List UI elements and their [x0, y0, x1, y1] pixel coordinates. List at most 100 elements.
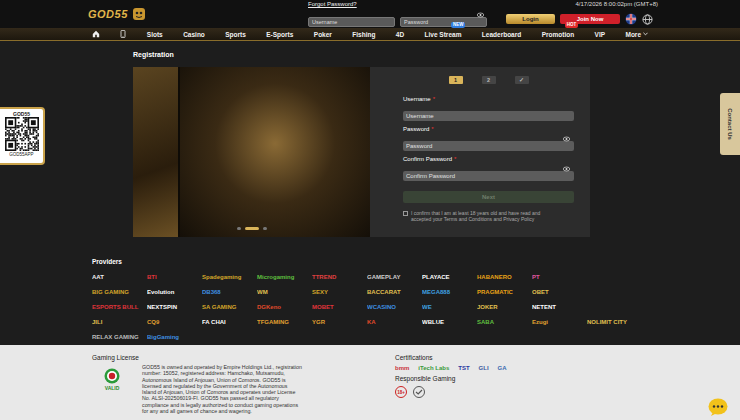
provider-logo[interactable]: Ezugi — [532, 319, 587, 325]
agree-checkbox[interactable] — [403, 211, 408, 216]
flag-icon — [625, 13, 637, 25]
provider-logo[interactable]: BIG GAMING — [92, 289, 147, 295]
field-label: Password* — [403, 126, 574, 133]
agree-text: I confirm that I am at least 18 years ol… — [411, 210, 561, 222]
contact-tab[interactable]: Contact Us — [720, 93, 740, 155]
provider-logo[interactable]: PT — [532, 274, 587, 280]
providers-title: Providers — [92, 258, 740, 266]
registration-form: 12✓Username*Password*Confirm Password*Ne… — [370, 67, 590, 237]
provider-logo[interactable]: NOLIMIT CITY — [587, 319, 642, 325]
chat-icon[interactable] — [708, 398, 728, 416]
provider-logo[interactable]: YGR — [312, 319, 367, 325]
provider-logo[interactable]: WE — [422, 304, 477, 310]
certification-logo[interactable]: GLI — [479, 365, 489, 371]
provider-logo[interactable]: MEGA888 — [422, 289, 477, 295]
provider-logo[interactable]: SEXY — [312, 289, 367, 295]
nav-item[interactable]: 4D — [396, 31, 404, 38]
provider-logo[interactable]: HABANERO — [477, 274, 532, 280]
eye-icon — [563, 166, 570, 172]
step-indicator: 1 — [449, 76, 463, 84]
main-nav: Slots Casino Sports E-Sports Poker Fishing 4D L… — [0, 28, 740, 41]
qr-code-icon — [5, 117, 39, 151]
forgot-password-link[interactable]: Forgot Password? — [308, 1, 357, 7]
nav-item[interactable]: VIP — [595, 31, 605, 38]
provider-logo[interactable]: FA CHAI — [202, 319, 257, 325]
license-seal-icon — [104, 368, 120, 384]
login-button[interactable]: Login — [506, 14, 555, 24]
gamcare-icon — [413, 386, 425, 398]
provider-logo[interactable]: PRAGMATIC — [477, 289, 532, 295]
promo-banner[interactable] — [133, 67, 370, 237]
provider-logo[interactable]: MOBET — [312, 304, 367, 310]
provider-logo[interactable]: BTI — [147, 274, 202, 280]
provider-logo[interactable]: TFGAMING — [257, 319, 312, 325]
carousel-dot[interactable] — [237, 227, 241, 230]
password-input[interactable] — [400, 17, 487, 27]
step-indicator: 2 — [482, 76, 496, 84]
provider-logo[interactable]: NEXTSPIN — [147, 304, 202, 310]
nav-item[interactable]: Sports — [225, 31, 246, 38]
provider-logo[interactable]: SA GAMING — [202, 304, 257, 310]
provider-logo[interactable]: PLAYACE — [422, 274, 477, 280]
footer: Gaming LicenseVALIDGOD55 is owned and op… — [0, 345, 740, 420]
eye-icon — [563, 136, 570, 142]
provider-logo[interactable]: NETENT — [532, 304, 587, 310]
provider-logo[interactable]: Spadegaming — [202, 274, 257, 280]
providers-section: Providers AATBTISpadegamingMicrogamingTTR… — [0, 248, 740, 345]
nav-item[interactable]: Poker — [314, 31, 332, 38]
provider-logo[interactable]: DGKeno — [257, 304, 312, 310]
provider-logo[interactable]: ESPORTS BULL — [92, 304, 147, 310]
username-input[interactable] — [308, 17, 395, 27]
provider-logo[interactable]: WCASINO — [367, 304, 422, 310]
nav-item[interactable]: Casino — [183, 31, 205, 38]
provider-logo[interactable]: Evolution — [147, 289, 202, 295]
app-qr-panel[interactable]: GOD55GOD55APP — [0, 107, 45, 165]
top-bar: GOD55Forgot Password? 4/17/2026 8:00:02pm… — [0, 0, 740, 28]
nav-item[interactable]: E-Sports — [266, 31, 293, 38]
field-label: Username* — [403, 96, 574, 103]
provider-logo[interactable]: WBLUE — [422, 319, 477, 325]
provider-logo[interactable]: JILI — [92, 319, 147, 325]
chevron-down-icon — [643, 32, 648, 36]
provider-logo[interactable]: SABA — [477, 319, 532, 325]
provider-logo[interactable]: TTREND — [312, 274, 367, 280]
carousel-dot[interactable] — [245, 227, 259, 230]
certification-logo[interactable]: bmm — [395, 365, 409, 371]
provider-logo[interactable]: JOKER — [477, 304, 532, 310]
nav-item[interactable]: PromotionHOT — [542, 31, 575, 38]
mascot-icon — [132, 7, 146, 21]
logo[interactable]: GOD55 — [88, 7, 308, 21]
provider-logo[interactable]: WM — [257, 289, 312, 295]
nav-item[interactable]: Slots — [147, 31, 163, 38]
certification-logo[interactable]: TST — [458, 365, 469, 371]
certification-logo[interactable]: GA — [498, 365, 507, 371]
certification-logo[interactable]: iTech Labs — [418, 365, 449, 371]
carousel-dot[interactable] — [263, 227, 267, 230]
provider-logo[interactable]: BACCARAT — [367, 289, 422, 295]
nav-item[interactable]: More — [625, 31, 648, 38]
nav-item[interactable]: Live StreamNEW — [425, 31, 462, 38]
step-indicator: ✓ — [515, 76, 529, 84]
license-badge[interactable]: VALID — [92, 364, 132, 414]
registration-title: Registration — [133, 51, 740, 61]
provider-logo[interactable]: RELAX GAMING — [92, 334, 147, 340]
nav-badge: NEW — [451, 22, 466, 28]
provider-logo[interactable]: DB368 — [202, 289, 257, 295]
provider-logo[interactable]: KA — [367, 319, 422, 325]
nav-item[interactable]: Leaderboard — [482, 31, 521, 38]
provider-logo[interactable]: GAMEPLAY — [367, 274, 422, 280]
certifications-title: Certifications — [395, 354, 615, 362]
provider-logo[interactable]: OBET — [532, 289, 587, 295]
form-input[interactable] — [403, 111, 574, 121]
form-input[interactable] — [403, 141, 574, 151]
provider-logo[interactable]: BigGaming — [147, 334, 202, 340]
datetime: 4/17/2026 8:00:02pm (GMT+8) — [575, 1, 658, 7]
nav-item[interactable]: Fishing — [352, 31, 375, 38]
provider-logo[interactable]: AAT — [92, 274, 147, 280]
mobile-icon — [120, 30, 126, 38]
eye-icon — [477, 12, 484, 18]
provider-logo[interactable]: CQ9 — [147, 319, 202, 325]
next-button[interactable]: Next — [403, 191, 574, 203]
provider-logo[interactable]: Microgaming — [257, 274, 312, 280]
form-input[interactable] — [403, 171, 574, 181]
